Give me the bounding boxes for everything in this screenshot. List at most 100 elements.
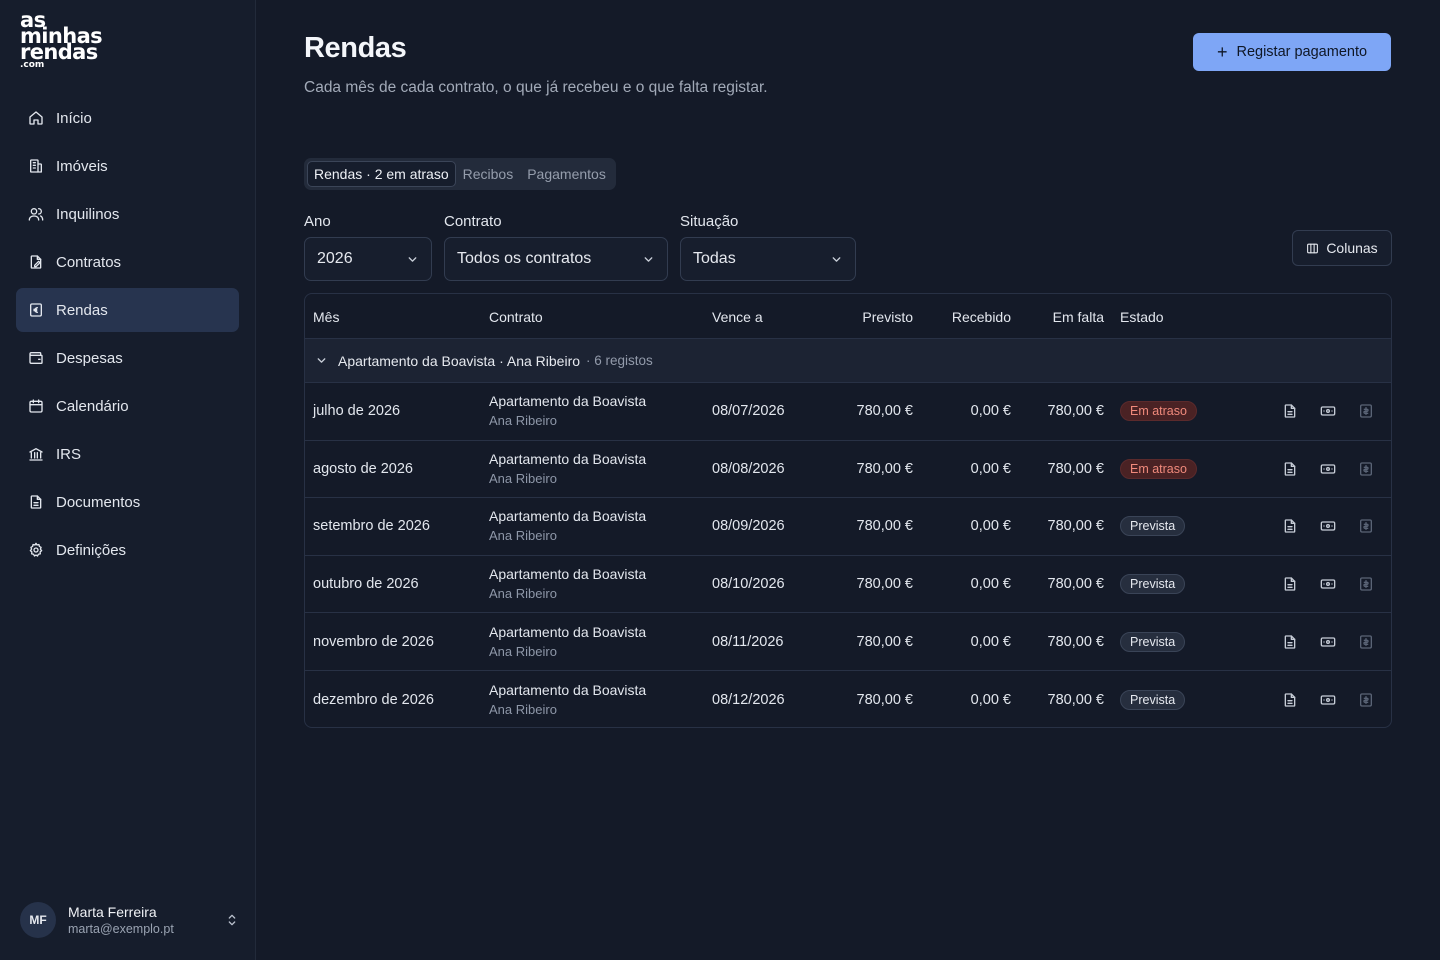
- receipt-icon: [30, 303, 42, 317]
- sidebar-item-rendas[interactable]: Rendas: [16, 288, 239, 332]
- sidebar: as minhas rendas .com Início Imóveis Inq…: [0, 0, 256, 960]
- row-due-date: 08/12/2026: [712, 691, 785, 708]
- table-row[interactable]: setembro de 2026 Apartamento da Boavista…: [305, 498, 1391, 556]
- sidebar-item-contratos[interactable]: Contratos: [16, 240, 239, 284]
- receipt-icon[interactable]: [1358, 576, 1374, 592]
- row-expected: 780,00 €: [856, 691, 913, 708]
- tab-rendas[interactable]: Rendas · 2 em atraso: [307, 161, 456, 187]
- sidebar-item-documentos[interactable]: Documentos: [16, 480, 239, 524]
- receipt-icon[interactable]: [1358, 634, 1374, 650]
- table-row[interactable]: outubro de 2026 Apartamento da Boavista …: [305, 556, 1391, 614]
- cash-icon[interactable]: [1320, 692, 1336, 708]
- row-month: setembro de 2026: [313, 518, 430, 535]
- row-expected: 780,00 €: [856, 633, 913, 650]
- column-header-due[interactable]: Vence a: [712, 294, 763, 339]
- row-status: Prevista: [1120, 556, 1186, 613]
- contract-select[interactable]: Todos os contratos: [444, 237, 668, 281]
- row-expected: 780,00 €: [856, 518, 913, 535]
- group-title: Apartamento da Boavista · Ana Ribeiro: [338, 352, 581, 369]
- document-icon[interactable]: [1282, 518, 1298, 534]
- tab-pagamentos[interactable]: Pagamentos: [520, 161, 613, 187]
- table-row[interactable]: agosto de 2026 Apartamento da Boavista A…: [305, 441, 1391, 499]
- chevron-down-icon[interactable]: [315, 354, 328, 367]
- sidebar-item-inquilinos[interactable]: Inquilinos: [16, 192, 239, 236]
- table-row[interactable]: dezembro de 2026 Apartamento da Boavista…: [305, 671, 1391, 727]
- sidebar-item-calendario[interactable]: Calendário: [16, 384, 239, 428]
- sidebar-item-definicoes[interactable]: Definições: [16, 528, 239, 572]
- columns-button[interactable]: Colunas: [1292, 230, 1392, 266]
- row-received: 0,00 €: [970, 633, 1011, 650]
- receipt-icon[interactable]: [1358, 692, 1374, 708]
- avatar: MF: [20, 902, 56, 938]
- status-select[interactable]: Todas: [680, 237, 856, 281]
- calendar-icon: [29, 399, 43, 413]
- row-tenant-name: Ana Ribeiro: [489, 586, 557, 602]
- cash-icon[interactable]: [1320, 461, 1336, 477]
- row-contract: Apartamento da Boavista Ana Ribeiro: [489, 498, 646, 555]
- cash-icon[interactable]: [1320, 518, 1336, 534]
- status-filter-label: Situação: [680, 213, 739, 230]
- status-badge: Em atraso: [1120, 401, 1197, 422]
- chevron-up-down-icon[interactable]: [224, 912, 240, 928]
- column-header-expected[interactable]: Previsto: [833, 294, 913, 339]
- sidebar-item-imoveis[interactable]: Imóveis: [16, 144, 239, 188]
- receipt-icon[interactable]: [1358, 461, 1374, 477]
- plus-icon: +: [1216, 42, 1228, 62]
- sidebar-item-irs[interactable]: IRS: [16, 432, 239, 476]
- columns-button-label: Colunas: [1326, 240, 1378, 256]
- row-month: outubro de 2026: [313, 576, 419, 593]
- column-header-missing[interactable]: Em falta: [1023, 294, 1104, 339]
- year-filter-label: Ano: [304, 213, 331, 230]
- gear-icon: [29, 542, 43, 557]
- table-header: Mês Contrato Vence a Previsto Recebido E…: [305, 294, 1391, 339]
- cash-icon[interactable]: [1320, 576, 1336, 592]
- tab-recibos[interactable]: Recibos: [456, 161, 521, 187]
- building-icon: [30, 159, 42, 173]
- sidebar-item-inicio[interactable]: Início: [16, 96, 239, 140]
- row-contract-name: Apartamento da Boavista: [489, 393, 647, 410]
- row-status: Prevista: [1120, 498, 1186, 555]
- table-row[interactable]: novembro de 2026 Apartamento da Boavista…: [305, 613, 1391, 671]
- row-tenant-name: Ana Ribeiro: [489, 701, 557, 717]
- sidebar-nav: Início Imóveis Inquilinos Contratos Rend…: [16, 96, 239, 576]
- column-header-contract[interactable]: Contrato: [489, 294, 543, 339]
- receipt-icon[interactable]: [1358, 518, 1374, 534]
- sidebar-item-label: Definições: [56, 541, 127, 559]
- column-header-received[interactable]: Recebido: [925, 294, 1011, 339]
- document-icon[interactable]: [1282, 634, 1298, 650]
- year-select[interactable]: 2026: [304, 237, 432, 281]
- column-header-month[interactable]: Mês: [313, 294, 339, 339]
- row-missing: 780,00 €: [1047, 576, 1104, 593]
- document-icon[interactable]: [1282, 403, 1298, 419]
- row-contract-name: Apartamento da Boavista: [489, 450, 647, 467]
- year-select-value: 2026: [317, 250, 353, 267]
- row-missing: 780,00 €: [1047, 403, 1104, 420]
- user-menu[interactable]: MF Marta Ferreira marta@exemplo.pt: [20, 900, 240, 940]
- columns-icon: [1307, 243, 1319, 253]
- row-missing: 780,00 €: [1047, 518, 1104, 535]
- row-contract-name: Apartamento da Boavista: [489, 566, 647, 583]
- row-status: Em atraso: [1120, 441, 1197, 498]
- document-icon[interactable]: [1282, 692, 1298, 708]
- row-received: 0,00 €: [970, 691, 1011, 708]
- group-count: · 6 registos: [586, 353, 653, 368]
- sidebar-item-despesas[interactable]: Despesas: [16, 336, 239, 380]
- row-due-date: 08/11/2026: [712, 633, 784, 650]
- app-logo[interactable]: as minhas rendas .com: [20, 10, 103, 70]
- row-received: 0,00 €: [970, 403, 1011, 420]
- sidebar-item-label: Contratos: [56, 253, 122, 271]
- receipt-icon[interactable]: [1358, 403, 1374, 419]
- row-contract: Apartamento da Boavista Ana Ribeiro: [489, 613, 646, 670]
- sidebar-item-label: Inquilinos: [56, 205, 120, 223]
- column-header-status[interactable]: Estado: [1120, 294, 1164, 339]
- register-payment-button[interactable]: + Registar pagamento: [1193, 33, 1391, 71]
- table-row[interactable]: julho de 2026 Apartamento da Boavista An…: [305, 383, 1391, 441]
- row-contract: Apartamento da Boavista Ana Ribeiro: [489, 441, 646, 498]
- document-icon[interactable]: [1282, 576, 1298, 592]
- cash-icon[interactable]: [1320, 403, 1336, 419]
- document-icon[interactable]: [1282, 461, 1298, 477]
- cash-icon[interactable]: [1320, 634, 1336, 650]
- row-due-date: 08/09/2026: [712, 518, 785, 535]
- group-row[interactable]: Apartamento da Boavista · Ana Ribeiro · …: [305, 339, 1391, 383]
- row-received: 0,00 €: [970, 576, 1011, 593]
